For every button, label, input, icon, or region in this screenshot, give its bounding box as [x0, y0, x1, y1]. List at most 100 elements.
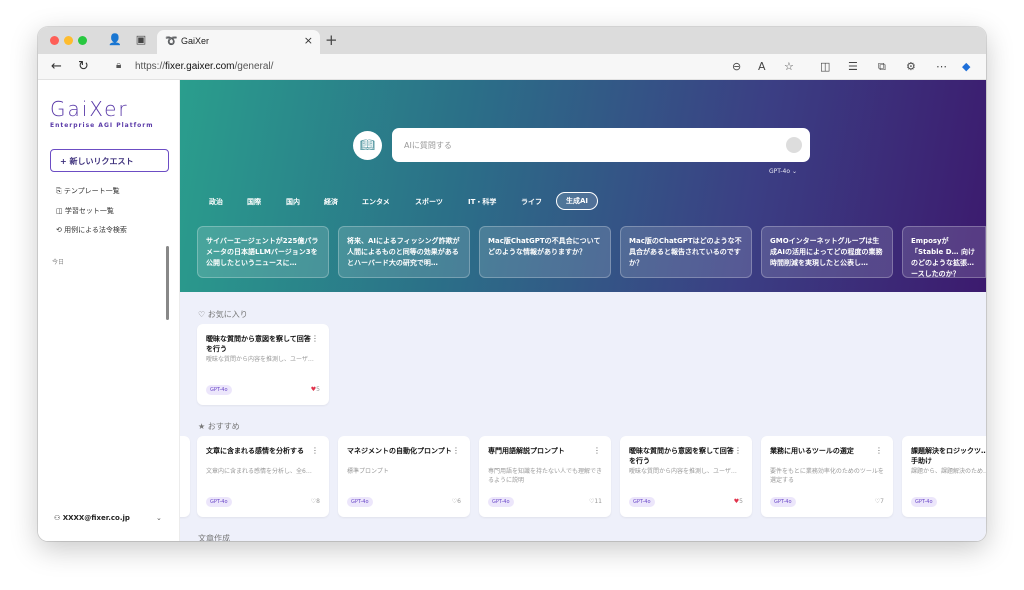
- card-title: 業務に用いるツールの選定: [770, 447, 854, 455]
- like-button[interactable]: ♡7: [875, 498, 884, 505]
- send-icon[interactable]: [786, 137, 802, 153]
- browser-tab[interactable]: ➰ GaiXer ×: [157, 30, 320, 54]
- url-text: https://fixer.gaixer.com/general/: [135, 61, 274, 72]
- reload-icon[interactable]: ↻: [78, 59, 89, 74]
- model-badge: GPT-4o: [770, 497, 796, 507]
- collections-icon[interactable]: ⧉: [878, 60, 886, 74]
- news-card[interactable]: Mac版のChatGPTはどのような不具合があると報告されているのですか？: [620, 226, 752, 278]
- prompt-card-partial[interactable]: [180, 436, 190, 517]
- kebab-menu-icon[interactable]: ⋮: [452, 446, 460, 455]
- model-badge: GPT-4o: [488, 497, 514, 507]
- tab-title: GaiXer: [181, 36, 210, 46]
- tab-generative-ai[interactable]: 生成AI: [556, 192, 599, 210]
- chevron-down-icon[interactable]: ⌄: [156, 514, 162, 522]
- favorites-list-icon[interactable]: ☰: [848, 60, 858, 73]
- model-badge: GPT-4o: [347, 497, 373, 507]
- lock-icon: 🔒︎: [116, 60, 122, 71]
- card-title: 曖昧な質問から意図を察して回答を行う: [629, 447, 734, 465]
- profile-icon[interactable]: 👤: [108, 33, 122, 47]
- back-icon[interactable]: ←: [51, 59, 62, 74]
- zoom-icon[interactable]: ⊖: [732, 60, 741, 73]
- read-aloud-icon[interactable]: A: [758, 60, 766, 73]
- prompt-card[interactable]: 曖昧な質問から意図を察して回答を行う ⋮ 曖昧な質問から内容を推測し、ユーザ… …: [620, 436, 752, 517]
- like-button[interactable]: ♡8: [311, 498, 320, 505]
- user-account[interactable]: ⚇ XXXX@fixer.co.jp: [54, 514, 130, 522]
- card-title: 曖昧な質問から意図を察して回答を行う: [206, 335, 311, 353]
- news-card[interactable]: 将来、AIによるフィッシング詐欺が人間によるものと同等の効果があるとハーバード大…: [338, 226, 470, 278]
- prompt-card[interactable]: マネジメントの自動化プロンプト ⋮ 標準プロンプト GPT-4o ♡6: [338, 436, 470, 517]
- ai-question-input[interactable]: AIに質問する: [392, 128, 810, 162]
- prompt-card[interactable]: 専門用語解説プロンプト ⋮ 専門用語を知識を持たない人でも理解できるように説明 …: [479, 436, 611, 517]
- kebab-menu-icon[interactable]: ⋮: [734, 446, 742, 455]
- tab-close-icon[interactable]: ×: [304, 34, 313, 47]
- like-button[interactable]: ♡11: [589, 498, 602, 505]
- like-count: 11: [594, 498, 602, 505]
- sidebar-item-label: 用例による法令検索: [64, 226, 127, 234]
- history-today-label: 今日: [52, 259, 65, 266]
- sidebar: GaiXer Enterprise AGI Platform + 新しいリクエス…: [38, 80, 180, 541]
- search-placeholder: AIに質問する: [404, 141, 452, 150]
- news-card[interactable]: Mac版ChatGPTの不具合についてどのような情報がありますか？: [479, 226, 611, 278]
- tab-sports[interactable]: スポーツ: [415, 197, 443, 207]
- tab-entertainment[interactable]: エンタメ: [362, 197, 390, 207]
- kebab-menu-icon[interactable]: ⋮: [311, 446, 319, 455]
- like-button[interactable]: ♥5: [311, 386, 320, 393]
- like-count: 6: [457, 498, 461, 505]
- news-card[interactable]: GMOインターネットグループは生成AIの活用によってどの程度の業務時間削減を実現…: [761, 226, 893, 278]
- card-description: 曖昧な質問から内容を推測し、ユーザ…: [206, 356, 314, 363]
- sidebar-scrollbar[interactable]: [166, 246, 169, 320]
- browser-window: 👤 ▣ ➰ GaiXer × + ← ↻ 🔒︎ https://fixer.ga…: [38, 27, 986, 541]
- sidebar-item-learning-sets[interactable]: ◫ 学習セット一覧: [56, 206, 114, 216]
- copilot-icon[interactable]: ◆: [962, 60, 970, 73]
- card-description: 文章内に含まれる感情を分析し、全6…: [206, 468, 312, 475]
- like-count: 5: [739, 498, 743, 505]
- tab-international[interactable]: 国際: [247, 197, 261, 207]
- kebab-menu-icon[interactable]: ⋮: [593, 446, 601, 455]
- like-count: 8: [316, 498, 320, 505]
- card-description: 標準プロンプト: [347, 468, 389, 475]
- model-badge: GPT-4o: [911, 497, 937, 507]
- sidebar-item-templates[interactable]: ⎘ テンプレート一覧: [56, 186, 120, 196]
- maximize-window-button[interactable]: [78, 36, 87, 45]
- tab-it-science[interactable]: IT・科学: [468, 197, 496, 207]
- card-title: 文章に含まれる感情を分析する: [206, 447, 304, 455]
- user-email: XXXX@fixer.co.jp: [62, 514, 130, 522]
- hero-banner: 📖︎ AIに質問する GPT-4o ⌄ 政治 国際 国内 経済 エンタメ スポー…: [180, 80, 986, 292]
- card-description: 曖昧な質問から内容を推測し、ユーザ…: [629, 468, 737, 475]
- book-icon[interactable]: 📖︎: [353, 131, 382, 160]
- logo-subtitle: Enterprise AGI Platform: [50, 122, 154, 129]
- tab-domestic[interactable]: 国内: [286, 197, 300, 207]
- kebab-menu-icon[interactable]: ⋮: [875, 446, 883, 455]
- kebab-menu-icon[interactable]: ⋮: [311, 334, 319, 343]
- sidebar-item-law-search[interactable]: ⟲ 用例による法令検索: [56, 225, 127, 235]
- like-button[interactable]: ♡6: [452, 498, 461, 505]
- card-title: 課題解決をロジックツ… 用いて手助け: [911, 447, 986, 465]
- tab-actions-icon[interactable]: ▣: [134, 33, 148, 47]
- prompt-card[interactable]: 文章に含まれる感情を分析する ⋮ 文章内に含まれる感情を分析し、全6… GPT-…: [197, 436, 329, 517]
- writing-section-title: 文章作成: [198, 534, 230, 541]
- tab-life[interactable]: ライフ: [521, 197, 542, 207]
- tab-economy[interactable]: 経済: [324, 197, 338, 207]
- favorite-star-icon[interactable]: ☆: [784, 60, 794, 73]
- prompt-card[interactable]: 課題解決をロジックツ… 用いて手助け 課題から、課題解決のため… GPT-4o: [902, 436, 986, 517]
- extensions-icon[interactable]: ⚙: [906, 60, 916, 73]
- card-description: 課題から、課題解決のため…: [911, 468, 986, 475]
- gaixer-logo: GaiXer: [50, 97, 129, 121]
- tab-bar: 👤 ▣ ➰ GaiXer × +: [38, 27, 986, 54]
- prompt-card[interactable]: 業務に用いるツールの選定 ⋮ 要件をもとに業務効率化のためのツールを選定する G…: [761, 436, 893, 517]
- minimize-window-button[interactable]: [64, 36, 73, 45]
- new-tab-button[interactable]: +: [325, 31, 338, 49]
- split-screen-icon[interactable]: ◫: [820, 60, 830, 73]
- tab-politics[interactable]: 政治: [209, 197, 223, 207]
- news-card[interactable]: サイバーエージェントが225億パラメータの日本語LLMバージョン3を公開したとい…: [197, 226, 329, 278]
- close-window-button[interactable]: [50, 36, 59, 45]
- address-bar: ← ↻ 🔒︎ https://fixer.gaixer.com/general/…: [38, 54, 986, 80]
- like-count: 7: [880, 498, 884, 505]
- prompt-card[interactable]: 曖昧な質問から意図を察して回答を行う ⋮ 曖昧な質問から内容を推測し、ユーザ… …: [197, 324, 329, 405]
- sidebar-item-label: テンプレート一覧: [63, 187, 120, 195]
- like-button[interactable]: ♥5: [734, 498, 743, 505]
- news-card[interactable]: Emposyが「Stable D… 向けのどのような拡張… ースしたのか？: [902, 226, 986, 278]
- new-request-button[interactable]: + 新しいリクエスト: [50, 149, 169, 172]
- more-icon[interactable]: ⋯: [936, 60, 947, 73]
- model-selector[interactable]: GPT-4o ⌄: [769, 168, 797, 175]
